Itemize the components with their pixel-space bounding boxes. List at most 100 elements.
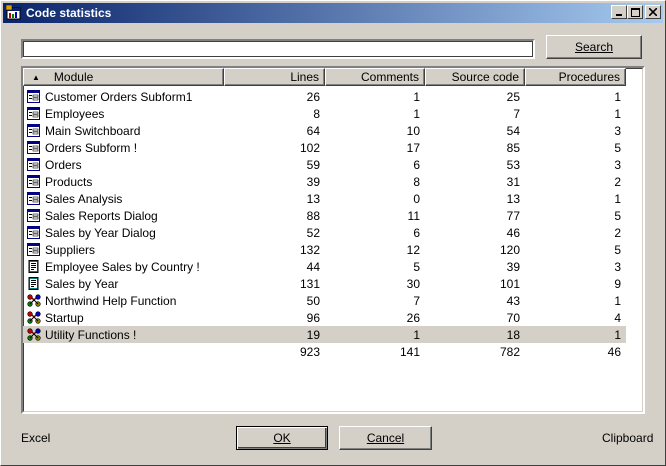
source-code-cell: 85: [506, 140, 520, 155]
clipboard-link[interactable]: Clipboard: [602, 431, 653, 445]
column-header-comments-label: Comments: [360, 70, 419, 84]
form-icon: [27, 90, 40, 103]
form-icon: [27, 209, 40, 222]
table-row[interactable]: Orders 59 6 53 3: [23, 156, 626, 173]
module-icon: [27, 328, 41, 341]
module-cell: Main Switchboard: [23, 122, 224, 139]
total-lines: 923: [299, 344, 320, 359]
form-icon: [27, 124, 40, 137]
module-cell: Orders: [23, 156, 224, 173]
column-header-lines-label: Lines: [290, 70, 319, 84]
source-code-cell: 53: [506, 157, 520, 172]
lines-cell: 13: [306, 191, 320, 206]
table-row[interactable]: Utility Functions ! 19 1 18 1: [23, 326, 626, 343]
column-header-procedures[interactable]: Procedures: [525, 68, 626, 86]
procedures-cell: 5: [614, 140, 621, 155]
code-statistics-window: Code statistics Search ▲ Module Lines Co…: [0, 0, 666, 466]
module-name: Employees: [45, 106, 105, 121]
procedures-cell: 3: [614, 123, 621, 138]
close-button[interactable]: [645, 5, 661, 19]
excel-link[interactable]: Excel: [21, 431, 50, 445]
column-header-module-label: Module: [53, 70, 94, 84]
table-row[interactable]: Startup 96 26 70 4: [23, 309, 626, 326]
column-header-lines[interactable]: Lines: [224, 68, 325, 86]
comments-cell: 6: [413, 157, 420, 172]
cancel-button[interactable]: Cancel: [339, 426, 432, 450]
form-icon: [27, 175, 40, 188]
source-code-cell: 39: [506, 259, 520, 274]
form-icon: [27, 158, 40, 171]
module-cell: Suppliers: [23, 241, 224, 258]
source-code-cell: 46: [506, 225, 520, 240]
report-icon: [27, 277, 40, 290]
column-header-source-code[interactable]: Source code: [425, 68, 525, 86]
source-code-cell: 43: [506, 293, 520, 308]
comments-cell: 12: [406, 242, 420, 257]
comments-cell: 11: [407, 208, 420, 223]
procedures-cell: 1: [614, 327, 621, 342]
procedures-cell: 1: [614, 106, 621, 121]
minimize-button[interactable]: [611, 5, 627, 19]
table-row[interactable]: Sales by Year Dialog 52 6 46 2: [23, 224, 626, 241]
comments-cell: 0: [413, 191, 420, 206]
table-row[interactable]: Employee Sales by Country ! 44 5 39 3: [23, 258, 626, 275]
form-icon: [27, 192, 40, 205]
module-name: Sales by Year Dialog: [45, 225, 156, 240]
table-row[interactable]: Suppliers 132 12 120 5: [23, 241, 626, 258]
module-name: Main Switchboard: [45, 123, 141, 138]
table-row[interactable]: Main Switchboard 64 10 54 3: [23, 122, 626, 139]
module-name: Startup: [45, 310, 84, 325]
procedures-cell: 3: [614, 157, 621, 172]
module-name: Sales Reports Dialog: [45, 208, 158, 223]
procedures-cell: 2: [614, 225, 621, 240]
lines-cell: 59: [306, 157, 320, 172]
comments-cell: 8: [413, 174, 420, 189]
statistics-list[interactable]: ▲ Module Lines Comments Source code Proc…: [21, 66, 645, 414]
column-header-comments[interactable]: Comments: [325, 68, 425, 86]
procedures-cell: 1: [614, 293, 621, 308]
title-bar[interactable]: Code statistics: [3, 3, 663, 23]
ok-button[interactable]: OK: [236, 426, 328, 450]
table-row[interactable]: Products 39 8 31 2: [23, 173, 626, 190]
lines-cell: 64: [306, 123, 320, 138]
search-button-label: Search: [574, 40, 614, 54]
window-controls: [611, 5, 661, 19]
source-code-cell: 77: [506, 208, 520, 223]
table-row[interactable]: Sales by Year 131 30 101 9: [23, 275, 626, 292]
search-button[interactable]: Search: [546, 35, 642, 59]
report-icon: [27, 260, 40, 273]
module-name: Utility Functions !: [45, 327, 137, 342]
lines-cell: 39: [306, 174, 320, 189]
column-header-module[interactable]: ▲ Module: [23, 68, 224, 86]
source-code-cell: 31: [506, 174, 520, 189]
minimize-icon: [616, 14, 622, 16]
table-row[interactable]: Customer Orders Subform1 26 1 25 1: [23, 88, 626, 105]
module-name: Orders Subform !: [45, 140, 138, 155]
module-name: Employee Sales by Country !: [45, 259, 200, 274]
table-row[interactable]: Employees 8 1 7 1: [23, 105, 626, 122]
comments-cell: 7: [413, 293, 420, 308]
sort-ascending-icon: ▲: [32, 72, 40, 82]
lines-cell: 8: [313, 106, 320, 121]
comments-cell: 17: [406, 140, 420, 155]
comments-cell: 6: [413, 225, 420, 240]
lines-cell: 102: [299, 140, 320, 155]
search-input[interactable]: [21, 39, 535, 59]
module-cell: Products: [23, 173, 224, 190]
totals-row: 923 141 782 46: [23, 343, 626, 360]
module-cell: Utility Functions !: [23, 326, 224, 343]
list-rows: Customer Orders Subform1 26 1 25 1 Employees 8…: [23, 88, 626, 360]
procedures-cell: 1: [614, 191, 621, 206]
table-row[interactable]: Sales Analysis 13 0 13 1: [23, 190, 626, 207]
procedures-cell: 4: [614, 310, 621, 325]
table-row[interactable]: Sales Reports Dialog 88 11 77 5: [23, 207, 626, 224]
procedures-cell: 9: [614, 276, 621, 291]
total-source-code: 782: [499, 344, 520, 359]
total-comments: 141: [399, 344, 420, 359]
module-name: Sales by Year: [45, 276, 119, 291]
table-row[interactable]: Orders Subform ! 102 17 85 5: [23, 139, 626, 156]
table-row[interactable]: Northwind Help Function 50 7 43 1: [23, 292, 626, 309]
source-code-cell: 54: [506, 123, 520, 138]
maximize-button[interactable]: [627, 5, 643, 19]
module-cell: Startup: [23, 309, 224, 326]
